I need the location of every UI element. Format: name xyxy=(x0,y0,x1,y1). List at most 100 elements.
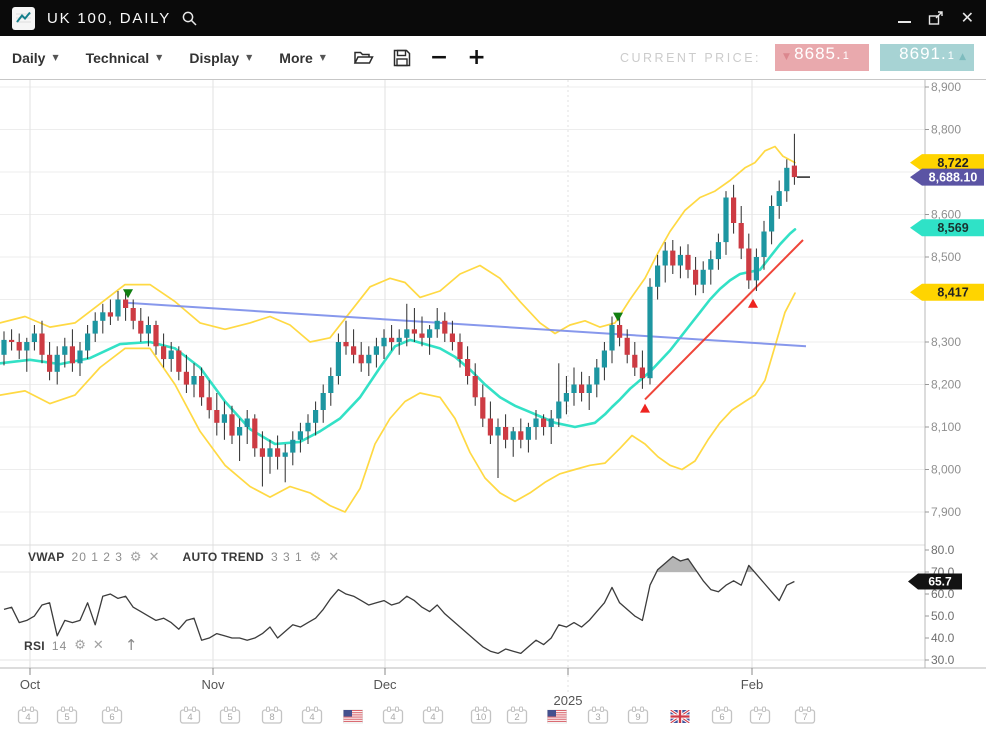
svg-text:5: 5 xyxy=(227,712,232,723)
uk-flag-event-icon[interactable] xyxy=(671,710,690,723)
minimize-button[interactable] xyxy=(898,13,911,23)
calendar-event-icon[interactable]: 7 xyxy=(796,707,815,723)
svg-text:8: 8 xyxy=(269,712,274,723)
menu-technical[interactable]: Technical▼ xyxy=(86,50,163,66)
sell-price-button[interactable]: ▼ 8685.1 xyxy=(775,44,869,71)
svg-text:7: 7 xyxy=(757,712,762,723)
window-titlebar: UK 100, DAILY ✕ xyxy=(0,0,986,36)
chart-toolbar: Daily▼ Technical▼ Display▼ More▼ − + xyxy=(0,36,986,80)
svg-text:8,900: 8,900 xyxy=(931,80,961,94)
calendar-event-icon[interactable]: 8 xyxy=(263,707,282,723)
zoom-in-button[interactable]: + xyxy=(467,47,485,69)
window-title: UK 100, DAILY xyxy=(47,10,171,27)
svg-text:Nov: Nov xyxy=(201,677,225,692)
rsi-move-up-icon[interactable]: ↑ xyxy=(125,638,138,653)
chevron-down-icon: ▼ xyxy=(156,53,162,62)
chevron-down-icon: ▼ xyxy=(320,53,326,62)
svg-text:4: 4 xyxy=(309,712,314,723)
autotrend-remove-icon[interactable]: ✕ xyxy=(328,551,339,564)
svg-text:2025: 2025 xyxy=(554,693,583,708)
svg-text:8,500: 8,500 xyxy=(931,250,961,264)
menu-more[interactable]: More▼ xyxy=(279,50,326,66)
arrow-down-icon: ▼ xyxy=(783,52,791,62)
search-icon[interactable] xyxy=(181,10,198,27)
svg-text:7,900: 7,900 xyxy=(931,505,961,519)
chart-app-window: UK 100, DAILY ✕ Daily▼ Technical▼ xyxy=(0,0,986,732)
current-price-area: CURRENT PRICE: ▼ 8685.1 8691.1 ▲ xyxy=(620,44,974,71)
rsi-remove-icon[interactable]: ✕ xyxy=(93,639,104,652)
calendar-event-icon[interactable]: 2 xyxy=(508,707,527,723)
calendar-event-icon[interactable]: 4 xyxy=(384,707,403,723)
price-chart-canvas[interactable]: 8,9008,8008,6008,5008,3008,2008,1008,000… xyxy=(0,80,986,732)
menu-timeframe-daily[interactable]: Daily▼ xyxy=(12,50,59,66)
autotrend-label: AUTO TREND xyxy=(182,550,263,564)
svg-text:7: 7 xyxy=(802,712,807,723)
svg-text:8,200: 8,200 xyxy=(931,378,961,392)
svg-text:8,569: 8,569 xyxy=(937,221,968,235)
svg-text:10: 10 xyxy=(476,712,487,723)
svg-text:8,100: 8,100 xyxy=(931,420,961,434)
svg-text:40.0: 40.0 xyxy=(931,631,955,645)
svg-text:5: 5 xyxy=(64,712,69,723)
calendar-event-icon[interactable]: 9 xyxy=(629,707,648,723)
calendar-event-icon[interactable]: 6 xyxy=(103,707,122,723)
calendar-event-icon[interactable]: 4 xyxy=(19,707,38,723)
vwap-remove-icon[interactable]: ✕ xyxy=(149,551,160,564)
calendar-event-icon[interactable]: 4 xyxy=(303,707,322,723)
rsi-settings-gear-icon[interactable]: ⚙ xyxy=(74,639,86,652)
svg-text:4: 4 xyxy=(390,712,395,723)
rsi-label-overlay: RSI 14 ⚙ ✕ ↑ xyxy=(24,638,137,653)
rsi-label: RSI xyxy=(24,639,45,653)
svg-text:8,688.10: 8,688.10 xyxy=(929,170,978,184)
calendar-event-icon[interactable]: 4 xyxy=(424,707,443,723)
calendar-event-icon[interactable]: 5 xyxy=(58,707,77,723)
popout-button[interactable] xyxy=(928,11,944,26)
svg-text:65.7: 65.7 xyxy=(928,575,952,589)
calendar-event-icon[interactable]: 10 xyxy=(472,707,491,723)
vwap-settings-gear-icon[interactable]: ⚙ xyxy=(130,551,142,564)
window-controls: ✕ xyxy=(898,10,974,26)
svg-text:80.0: 80.0 xyxy=(931,543,955,557)
chart-area: 8,9008,8008,6008,5008,3008,2008,1008,000… xyxy=(0,80,986,732)
chevron-down-icon: ▼ xyxy=(246,53,252,62)
svg-text:8,800: 8,800 xyxy=(931,123,961,137)
calendar-event-icon[interactable]: 4 xyxy=(181,707,200,723)
svg-text:4: 4 xyxy=(25,712,30,723)
svg-text:8,300: 8,300 xyxy=(931,335,961,349)
svg-text:6: 6 xyxy=(109,712,114,723)
svg-text:8,417: 8,417 xyxy=(937,286,968,300)
svg-text:8,000: 8,000 xyxy=(931,463,961,477)
calendar-event-icon[interactable]: 6 xyxy=(713,707,732,723)
svg-text:30.0: 30.0 xyxy=(931,653,955,667)
calendar-event-icon[interactable]: 7 xyxy=(751,707,770,723)
open-folder-icon[interactable] xyxy=(353,49,374,66)
app-logo-icon xyxy=(12,7,35,30)
svg-text:50.0: 50.0 xyxy=(931,609,955,623)
chart-svg: 8,9008,8008,6008,5008,3008,2008,1008,000… xyxy=(0,80,986,732)
svg-text:8,722: 8,722 xyxy=(937,156,968,170)
current-price-label: CURRENT PRICE: xyxy=(620,51,761,65)
svg-text:9: 9 xyxy=(635,712,640,723)
save-icon[interactable] xyxy=(393,49,411,67)
svg-text:6: 6 xyxy=(719,712,724,723)
zoom-out-button[interactable]: − xyxy=(430,47,448,69)
us-flag-event-icon[interactable] xyxy=(548,710,567,723)
chevron-down-icon: ▼ xyxy=(52,53,58,62)
svg-text:Oct: Oct xyxy=(20,677,41,692)
svg-text:2: 2 xyxy=(514,712,519,723)
buy-price-button[interactable]: 8691.1 ▲ xyxy=(880,44,974,71)
svg-text:3: 3 xyxy=(595,712,600,723)
svg-text:Feb: Feb xyxy=(741,677,763,692)
svg-text:4: 4 xyxy=(187,712,192,723)
vwap-label: VWAP xyxy=(28,550,65,564)
close-button[interactable]: ✕ xyxy=(961,10,974,26)
menu-display[interactable]: Display▼ xyxy=(189,50,252,66)
autotrend-settings-gear-icon[interactable]: ⚙ xyxy=(310,551,322,564)
calendar-event-icon[interactable]: 3 xyxy=(589,707,608,723)
svg-text:Dec: Dec xyxy=(373,677,397,692)
arrow-up-icon: ▲ xyxy=(959,52,967,62)
svg-text:4: 4 xyxy=(430,712,435,723)
us-flag-event-icon[interactable] xyxy=(344,710,363,723)
indicator-labels-overlay: VWAP 20 1 2 3 ⚙ ✕ AUTO TREND 3 3 1 ⚙ ✕ xyxy=(28,550,339,564)
calendar-event-icon[interactable]: 5 xyxy=(221,707,240,723)
